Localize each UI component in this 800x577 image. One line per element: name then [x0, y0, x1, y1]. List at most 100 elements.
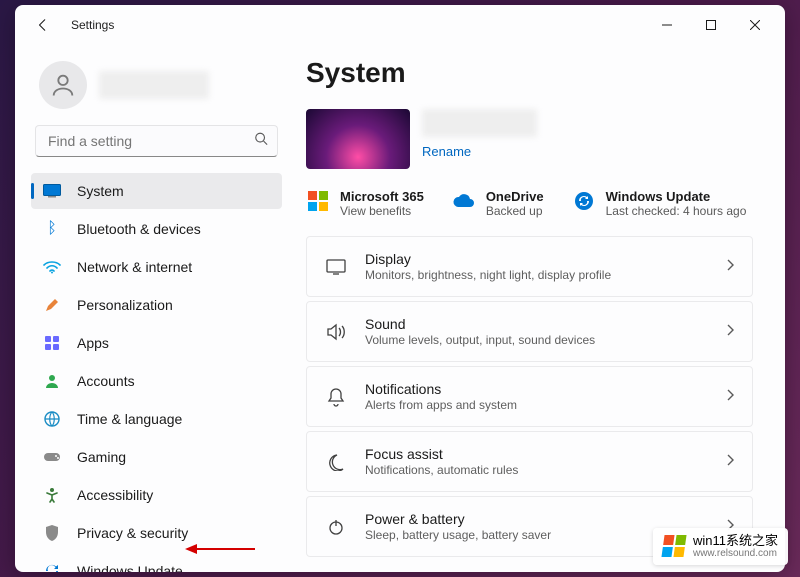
accounts-icon: [43, 372, 61, 390]
back-button[interactable]: [27, 9, 59, 41]
nav-list: System ᛒ Bluetooth & devices Network & i…: [31, 173, 282, 572]
rename-link[interactable]: Rename: [422, 144, 471, 159]
card-title: Power & battery: [365, 511, 708, 527]
globe-icon: [43, 410, 61, 428]
card-notifications[interactable]: Notifications Alerts from apps and syste…: [306, 366, 753, 427]
window-title: Settings: [71, 18, 114, 32]
card-display[interactable]: Display Monitors, brightness, night ligh…: [306, 236, 753, 297]
watermark-title: win11系统之家: [693, 534, 778, 548]
chevron-right-icon: [726, 453, 734, 471]
page-title: System: [306, 57, 753, 89]
sidebar-item-label: Windows Update: [77, 563, 183, 572]
sidebar-item-windows-update[interactable]: Windows Update: [31, 553, 282, 572]
bluetooth-icon: ᛒ: [43, 220, 61, 238]
status-row: Microsoft 365 View benefits OneDrive Bac…: [306, 189, 753, 218]
card-title: Focus assist: [365, 446, 708, 462]
wallpaper-thumbnail: [306, 109, 410, 169]
search-icon: [254, 132, 268, 151]
status-title: OneDrive: [486, 189, 544, 204]
sidebar-item-label: Accessibility: [77, 487, 153, 503]
chevron-right-icon: [726, 323, 734, 341]
bell-icon: [325, 386, 347, 408]
power-icon: [325, 516, 347, 538]
display-icon: [325, 256, 347, 278]
card-sub: Notifications, automatic rules: [365, 463, 708, 477]
chevron-right-icon: [726, 258, 734, 276]
card-title: Sound: [365, 316, 708, 332]
moon-icon: [325, 451, 347, 473]
close-icon: [750, 20, 760, 30]
status-onedrive[interactable]: OneDrive Backed up: [452, 189, 544, 218]
avatar: [39, 61, 87, 109]
search-container: [35, 125, 278, 157]
profile-name: [99, 71, 274, 99]
device-name-block: Rename: [422, 109, 537, 161]
watermark-logo-icon: [661, 535, 686, 557]
arrow-left-icon: [36, 18, 50, 32]
status-sub: Last checked: 4 hours ago: [606, 204, 747, 218]
window-body: System ᛒ Bluetooth & devices Network & i…: [15, 45, 785, 572]
close-button[interactable]: [733, 9, 777, 41]
watermark: win11系统之家 www.relsound.com: [653, 528, 788, 565]
sidebar-item-label: System: [77, 183, 124, 199]
shield-icon: [43, 524, 61, 542]
sidebar-item-bluetooth[interactable]: ᛒ Bluetooth & devices: [31, 211, 282, 247]
device-hero: Rename: [306, 109, 753, 169]
sidebar-item-apps[interactable]: Apps: [31, 325, 282, 361]
minimize-icon: [662, 20, 672, 30]
microsoft-365-icon: [306, 189, 330, 213]
sidebar-item-network[interactable]: Network & internet: [31, 249, 282, 285]
sidebar-item-privacy[interactable]: Privacy & security: [31, 515, 282, 551]
accessibility-icon: [43, 486, 61, 504]
profile-section[interactable]: [31, 53, 282, 125]
sidebar-item-gaming[interactable]: Gaming: [31, 439, 282, 475]
search-input[interactable]: [35, 125, 278, 157]
sidebar-item-personalization[interactable]: Personalization: [31, 287, 282, 323]
sidebar-item-label: Personalization: [77, 297, 173, 313]
system-icon: [43, 182, 61, 200]
onedrive-icon: [452, 189, 476, 213]
card-sub: Monitors, brightness, night light, displ…: [365, 268, 708, 282]
sidebar: System ᛒ Bluetooth & devices Network & i…: [15, 45, 290, 572]
card-sub: Volume levels, output, input, sound devi…: [365, 333, 708, 347]
titlebar: Settings: [15, 5, 785, 45]
card-sound[interactable]: Sound Volume levels, output, input, soun…: [306, 301, 753, 362]
card-focus-assist[interactable]: Focus assist Notifications, automatic ru…: [306, 431, 753, 492]
windows-update-icon: [572, 189, 596, 213]
status-sub: View benefits: [340, 204, 424, 218]
sound-icon: [325, 321, 347, 343]
sidebar-item-accessibility[interactable]: Accessibility: [31, 477, 282, 513]
sidebar-item-label: Network & internet: [77, 259, 192, 275]
sidebar-item-accounts[interactable]: Accounts: [31, 363, 282, 399]
sidebar-item-label: Privacy & security: [77, 525, 188, 541]
sidebar-item-time-language[interactable]: Time & language: [31, 401, 282, 437]
status-sub: Backed up: [486, 204, 544, 218]
paintbrush-icon: [43, 296, 61, 314]
status-update[interactable]: Windows Update Last checked: 4 hours ago: [572, 189, 747, 218]
maximize-icon: [706, 20, 716, 30]
window-controls: [645, 9, 777, 41]
device-name: [422, 109, 537, 137]
settings-window: Settings System: [15, 5, 785, 572]
gaming-icon: [43, 448, 61, 466]
apps-icon: [43, 334, 61, 352]
sidebar-item-label: Apps: [77, 335, 109, 351]
watermark-sub: www.relsound.com: [693, 548, 778, 559]
card-sub: Alerts from apps and system: [365, 398, 708, 412]
status-title: Windows Update: [606, 189, 747, 204]
status-m365[interactable]: Microsoft 365 View benefits: [306, 189, 424, 218]
sidebar-item-label: Time & language: [77, 411, 182, 427]
sidebar-item-label: Gaming: [77, 449, 126, 465]
card-title: Notifications: [365, 381, 708, 397]
wifi-icon: [43, 258, 61, 276]
chevron-right-icon: [726, 388, 734, 406]
sidebar-item-system[interactable]: System: [31, 173, 282, 209]
main-content: System Rename Microsoft 365 View benefit…: [290, 45, 785, 572]
card-title: Display: [365, 251, 708, 267]
sidebar-item-label: Accounts: [77, 373, 135, 389]
update-icon: [43, 562, 61, 572]
maximize-button[interactable]: [689, 9, 733, 41]
sidebar-item-label: Bluetooth & devices: [77, 221, 201, 237]
person-icon: [49, 71, 77, 99]
minimize-button[interactable]: [645, 9, 689, 41]
